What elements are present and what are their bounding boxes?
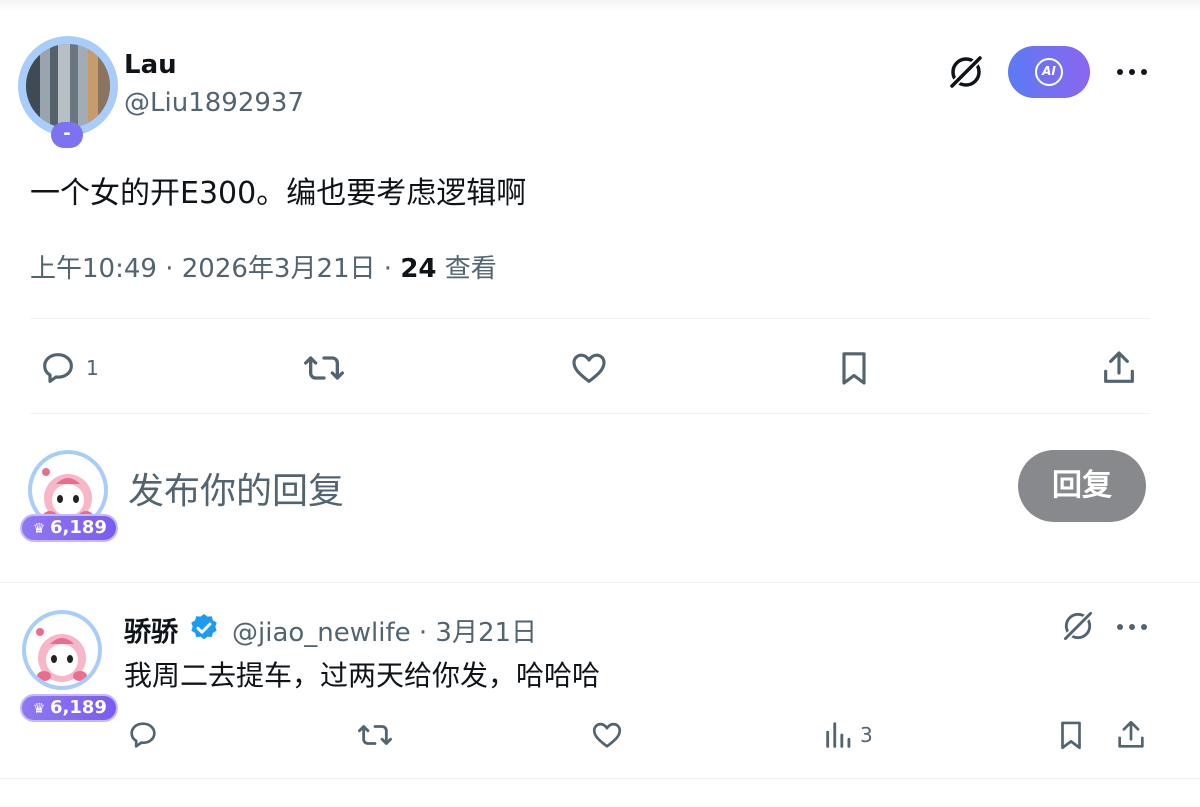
author-handle[interactable]: @Liu1892937 bbox=[124, 88, 304, 118]
more-icon[interactable] bbox=[1114, 617, 1150, 637]
share-icon bbox=[1118, 720, 1144, 748]
meta-separator: · bbox=[156, 254, 182, 284]
share-button[interactable] bbox=[1098, 348, 1140, 388]
views-label: 查看 bbox=[444, 254, 497, 284]
score-value: 6,189 bbox=[50, 697, 107, 718]
divider bbox=[0, 582, 1200, 583]
bookmark-button[interactable] bbox=[1054, 718, 1088, 752]
like-icon bbox=[592, 722, 622, 748]
ai-icon: AI bbox=[1035, 58, 1063, 86]
reply-count: 1 bbox=[86, 356, 99, 380]
tweet-time[interactable]: 上午10:49 bbox=[30, 254, 157, 284]
score-badge: ♛ 6,189 bbox=[20, 514, 118, 542]
retweet-button[interactable] bbox=[356, 718, 394, 752]
like-icon bbox=[572, 353, 606, 383]
ai-button[interactable]: AI bbox=[1008, 46, 1090, 98]
reply-handle-date[interactable]: @jiao_newlife · 3月21日 bbox=[232, 612, 537, 649]
meta-separator: · bbox=[375, 254, 401, 284]
more-icon[interactable] bbox=[1114, 62, 1150, 82]
divider bbox=[0, 778, 1200, 779]
trophy-icon: ♛ bbox=[32, 701, 46, 717]
avatar-image bbox=[26, 614, 98, 686]
analytics-button[interactable]: 3 bbox=[822, 718, 873, 752]
post-reply-button[interactable]: 回复 bbox=[1018, 450, 1146, 522]
avatar-image bbox=[26, 44, 110, 128]
retweet-button[interactable] bbox=[302, 348, 346, 388]
score-value: 6,189 bbox=[50, 517, 107, 538]
reply-button[interactable] bbox=[126, 718, 160, 752]
avatar-status-badge: - bbox=[51, 122, 83, 148]
bookmark-button[interactable] bbox=[834, 348, 874, 388]
main-tweet: - Lau @Liu1892937 AI 一个女的开E300。编也要考虑逻辑啊 … bbox=[0, 0, 1200, 415]
score-badge: ♛ 6,189 bbox=[20, 694, 118, 722]
reply-author-avatar[interactable] bbox=[22, 610, 102, 690]
like-button[interactable] bbox=[590, 718, 624, 752]
reply-icon bbox=[130, 722, 156, 748]
tweet-meta: 上午10:49 · 2026年3月21日 · 24 查看 bbox=[30, 248, 497, 285]
reply-text: 我周二去提车，过两天给你发，哈哈哈 bbox=[124, 659, 601, 692]
verified-icon bbox=[191, 614, 217, 640]
trophy-icon: ♛ bbox=[32, 521, 46, 537]
like-button[interactable] bbox=[569, 348, 609, 388]
grok-icon[interactable] bbox=[946, 52, 986, 92]
grok-icon[interactable] bbox=[1060, 608, 1096, 644]
reply-button[interactable]: 1 bbox=[38, 348, 99, 388]
bookmark-icon bbox=[842, 352, 866, 385]
author-avatar[interactable] bbox=[18, 36, 118, 136]
reply-input[interactable]: 发布你的回复 bbox=[128, 462, 344, 514]
divider bbox=[30, 318, 1150, 319]
retweet-icon bbox=[357, 725, 392, 745]
share-button[interactable] bbox=[1114, 718, 1148, 752]
tweet-date[interactable]: 2026年3月21日 bbox=[182, 254, 376, 284]
author-name[interactable]: Lau bbox=[124, 50, 177, 80]
analytics-icon bbox=[826, 722, 851, 748]
bookmark-icon bbox=[1061, 721, 1081, 750]
views-count: 24 bbox=[400, 254, 437, 284]
tweet-text: 一个女的开E300。编也要考虑逻辑啊 bbox=[30, 176, 527, 211]
divider bbox=[30, 413, 1150, 414]
reply-author-name[interactable]: 骄骄 bbox=[124, 610, 178, 649]
share-icon bbox=[1104, 351, 1134, 383]
retweet-icon bbox=[303, 356, 344, 380]
analytics-count: 3 bbox=[860, 723, 873, 747]
reply-icon bbox=[43, 353, 73, 383]
